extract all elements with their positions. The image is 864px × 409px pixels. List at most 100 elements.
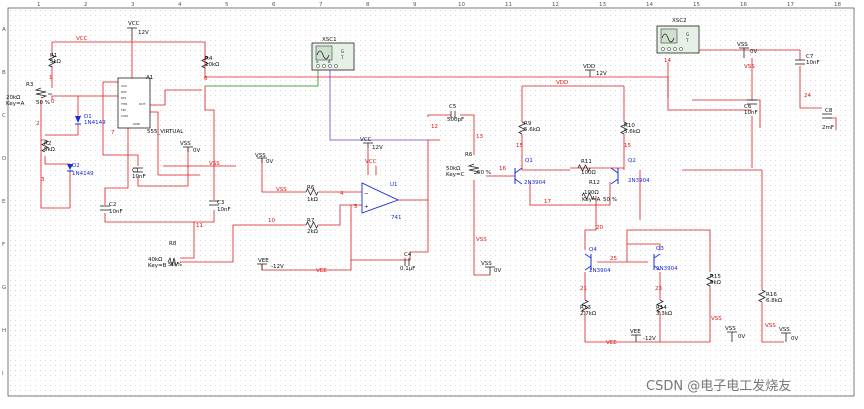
- ruler-col-9: 9: [413, 2, 417, 8]
- ruler-row-a: A: [2, 27, 6, 33]
- net-4: 4: [340, 191, 344, 197]
- vee2-value: -12V: [643, 336, 656, 342]
- r3-pct: 50 %: [36, 100, 50, 106]
- d2-name: D2: [72, 163, 80, 169]
- vss5-name: VSS: [779, 327, 790, 333]
- net-25: 25: [610, 256, 617, 262]
- r13-value: 2.7kΩ: [580, 311, 596, 317]
- a1-name: A1: [146, 75, 153, 81]
- ruler-col-8: 8: [366, 2, 370, 8]
- r8-name: R8: [169, 241, 177, 247]
- c3-name: C3: [217, 200, 225, 206]
- q1-value: 2N3904: [524, 180, 546, 186]
- net-vss-label-3: VSS: [476, 237, 487, 243]
- net-5: 5: [354, 204, 358, 210]
- ruler-col-4: 4: [178, 2, 182, 8]
- vcc-op-value: 12V: [372, 145, 383, 151]
- vss1-value: 0V: [193, 148, 200, 154]
- ruler-col-3: 3: [131, 2, 135, 8]
- xsc1-port-t: T: [340, 55, 344, 60]
- u1-minus: −: [364, 191, 369, 197]
- xsc2-label: XSC2: [672, 18, 687, 24]
- a1-pin-rst: RST: [121, 90, 127, 94]
- net-vss-label-1: VSS: [209, 161, 220, 167]
- vee1-value: -12V: [271, 264, 284, 270]
- ruler-row-d: D: [2, 156, 6, 162]
- c2-value: 10nF: [109, 209, 123, 215]
- ruler-row-e: E: [2, 199, 6, 205]
- ruler-col-13: 13: [599, 2, 606, 8]
- resistor-r15[interactable]: R15 5kΩ: [706, 273, 721, 287]
- u1-value: 741: [391, 215, 402, 221]
- ruler-col-6: 6: [272, 2, 276, 8]
- ruler-col-14: 14: [646, 2, 653, 8]
- net-vee-label-1: VEE: [316, 268, 327, 274]
- q4-value: 2N3904: [589, 268, 611, 274]
- c6-value: 10nF: [744, 110, 758, 116]
- net-1: 1: [49, 75, 53, 81]
- c4-name: C4: [404, 252, 412, 258]
- r3-name: R3: [26, 82, 34, 88]
- dot-grid: [8, 8, 854, 396]
- r7-name: R7: [307, 218, 315, 224]
- r6b-name: R6: [465, 152, 473, 158]
- r1-value: 5kΩ: [50, 59, 61, 65]
- r12-value: 100Ω: [584, 190, 599, 196]
- vss4-name: VSS: [725, 326, 736, 332]
- ruler-col-10: 10: [458, 2, 465, 8]
- q4-name: Q4: [589, 247, 597, 253]
- r12-pct: 50 %: [603, 197, 617, 203]
- r10-value: 5.6kΩ: [624, 129, 640, 135]
- vdd-name: VDD: [583, 64, 595, 70]
- watermark: CSDN @电子电工发烧友: [646, 378, 791, 394]
- r14-value: 3.3kΩ: [656, 311, 672, 317]
- net-20: 20: [596, 225, 603, 231]
- vee1-name: VEE: [258, 258, 269, 264]
- c8-name: C8: [825, 108, 833, 114]
- net-vcc-label: VCC: [76, 36, 88, 42]
- net-23: 23: [655, 286, 662, 292]
- ruler-col-5: 5: [225, 2, 229, 8]
- a1-value: 555_VIRTUAL: [147, 129, 184, 135]
- net-17: 17: [544, 199, 551, 205]
- vee2-name: VEE: [630, 329, 641, 335]
- q3-name: Q3: [656, 246, 664, 252]
- net-21: 21: [580, 286, 587, 292]
- vss1-name: VSS: [180, 141, 191, 147]
- schematic-canvas: 1 2 3 4 5 6 7 8 9 10 11 12 13 14 15 16 1…: [0, 0, 864, 405]
- net-vcc-label-2: VCC: [365, 159, 377, 165]
- vcc-op-name: VCC: [360, 137, 372, 143]
- ruler-col-1: 1: [37, 2, 41, 8]
- net-12: 12: [431, 124, 438, 130]
- u1-plus: +: [364, 204, 369, 210]
- ruler-col-16: 16: [740, 2, 747, 8]
- vss6-value: 0V: [750, 49, 757, 55]
- r12-name: R12: [589, 180, 600, 186]
- xsc1-port-g: G: [341, 49, 344, 54]
- r8-key: Key=B: [148, 263, 167, 269]
- a1-pin-thr: THR: [120, 102, 127, 106]
- r4-value: 10kΩ: [205, 62, 219, 68]
- net-2: 2: [36, 121, 40, 127]
- d2-value: 1N4149: [72, 171, 94, 177]
- q2-name: Q2: [628, 158, 636, 164]
- vdd-value: 12V: [596, 71, 607, 77]
- r6b-pct: 50 %: [477, 170, 491, 176]
- c2-name: C2: [109, 202, 116, 208]
- ruler-col-18: 18: [834, 2, 841, 8]
- c3-value: 10nF: [217, 207, 231, 213]
- ruler-col-12: 12: [552, 2, 559, 8]
- ruler-row-h: H: [2, 328, 6, 334]
- r6-value: 1kΩ: [307, 197, 318, 203]
- r12-key: Key=A: [582, 197, 601, 203]
- net-vss-label-2: VSS: [276, 187, 287, 193]
- vcc-top-value: 12V: [138, 30, 149, 36]
- r15-value: 5kΩ: [710, 280, 721, 286]
- net-13: 13: [476, 134, 483, 140]
- vss3-name: VSS: [481, 261, 492, 267]
- u1-name: U1: [390, 182, 398, 188]
- a1-pin-gnd: GND: [133, 122, 141, 126]
- a1-pin-vcc: VCC: [121, 84, 127, 88]
- d1-value: 1N4149: [84, 120, 106, 126]
- a1-pin-dis: DIS: [121, 96, 126, 100]
